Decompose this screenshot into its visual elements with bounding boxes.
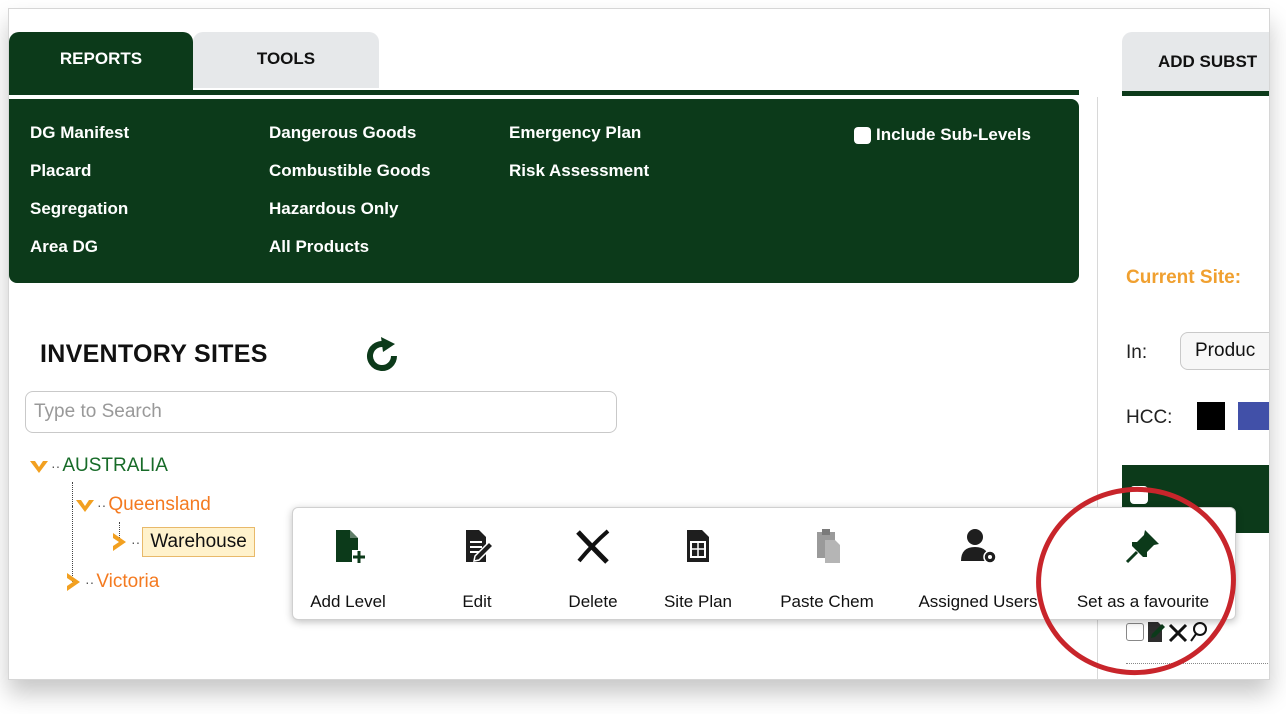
tree-node-warehouse[interactable]: ·· Warehouse xyxy=(109,527,255,557)
in-select[interactable]: Produc xyxy=(1180,332,1269,370)
edit-document-icon xyxy=(466,530,495,562)
report-combustible-goods[interactable]: Combustible Goods xyxy=(269,161,431,181)
tab-underline xyxy=(1122,91,1269,96)
tree-dots: ·· xyxy=(97,497,107,513)
tree-dots: ·· xyxy=(85,574,95,590)
hcc-label: HCC: xyxy=(1126,407,1173,428)
tree-label-victoria: Victoria xyxy=(96,571,160,592)
tree-node-victoria[interactable]: ·· Victoria xyxy=(63,571,159,593)
chevron-right-icon[interactable] xyxy=(63,572,83,592)
report-risk-assessment[interactable]: Risk Assessment xyxy=(509,161,649,181)
tree-dots: ·· xyxy=(131,534,141,550)
report-dg-manifest[interactable]: DG Manifest xyxy=(30,123,129,143)
report-placard[interactable]: Placard xyxy=(30,161,91,181)
add-level-button[interactable]: Add Level xyxy=(293,508,403,619)
delete-button[interactable]: Delete xyxy=(543,508,643,619)
inventory-sites-title: INVENTORY SITES xyxy=(40,340,268,368)
report-hazardous-only[interactable]: Hazardous Only xyxy=(269,199,398,219)
paste-chem-button[interactable]: Paste Chem xyxy=(767,508,887,619)
tree-node-queensland[interactable]: ·· Queensland xyxy=(75,494,211,516)
tree-label-queensland: Queensland xyxy=(108,494,211,515)
paste-chem-label: Paste Chem xyxy=(780,592,874,611)
report-dangerous-goods[interactable]: Dangerous Goods xyxy=(269,123,416,143)
tab-tools[interactable]: TOOLS xyxy=(193,32,379,88)
assigned-users-label: Assigned Users xyxy=(918,592,1038,611)
delete-x-icon xyxy=(576,529,610,564)
edit-button[interactable]: Edit xyxy=(427,508,527,619)
delete-label: Delete xyxy=(568,592,618,611)
site-plan-label: Site Plan xyxy=(663,592,733,611)
site-plan-icon xyxy=(687,530,709,562)
refresh-icon[interactable] xyxy=(361,335,403,377)
add-document-icon xyxy=(336,530,366,564)
current-site-label: Current Site: xyxy=(1126,267,1242,288)
tab-underline xyxy=(9,90,1079,95)
report-segregation[interactable]: Segregation xyxy=(30,199,128,219)
tree-dots: ·· xyxy=(51,458,61,474)
add-level-label: Add Level xyxy=(310,592,386,611)
app-window: REPORTS TOOLS DG Manifest Placard Segreg… xyxy=(8,8,1270,680)
chevron-right-icon[interactable] xyxy=(109,532,129,552)
in-label: In: xyxy=(1126,342,1148,363)
tree-node-australia[interactable]: ·· AUSTRALIA xyxy=(29,455,168,477)
include-sub-levels-label: Include Sub-Levels xyxy=(876,125,1031,144)
chevron-down-icon[interactable] xyxy=(75,495,95,515)
tree-connector xyxy=(72,482,73,506)
report-emergency-plan[interactable]: Emergency Plan xyxy=(509,123,641,143)
report-area-dg[interactable]: Area DG xyxy=(30,237,98,257)
include-sub-levels-checkbox[interactable] xyxy=(854,126,871,144)
tab-add-substance[interactable]: ADD SUBST xyxy=(1122,32,1269,92)
tree-label-australia: AUSTRALIA xyxy=(62,455,168,476)
tree-label-warehouse[interactable]: Warehouse xyxy=(142,527,255,557)
hcc-swatch-black[interactable] xyxy=(1197,402,1225,430)
include-sub-levels[interactable]: Include Sub-Levels xyxy=(854,125,1031,145)
tab-reports[interactable]: REPORTS xyxy=(9,32,193,92)
user-settings-icon xyxy=(961,529,997,564)
chevron-down-icon[interactable] xyxy=(29,456,49,476)
report-all-products[interactable]: All Products xyxy=(269,237,369,257)
paste-clipboard-icon xyxy=(817,529,840,563)
site-plan-button[interactable]: Site Plan xyxy=(643,508,753,619)
edit-label: Edit xyxy=(462,592,492,611)
hcc-swatch-blue[interactable] xyxy=(1238,402,1269,430)
assigned-users-button[interactable]: Assigned Users xyxy=(903,508,1053,619)
search-input[interactable]: Type to Search xyxy=(25,391,617,433)
